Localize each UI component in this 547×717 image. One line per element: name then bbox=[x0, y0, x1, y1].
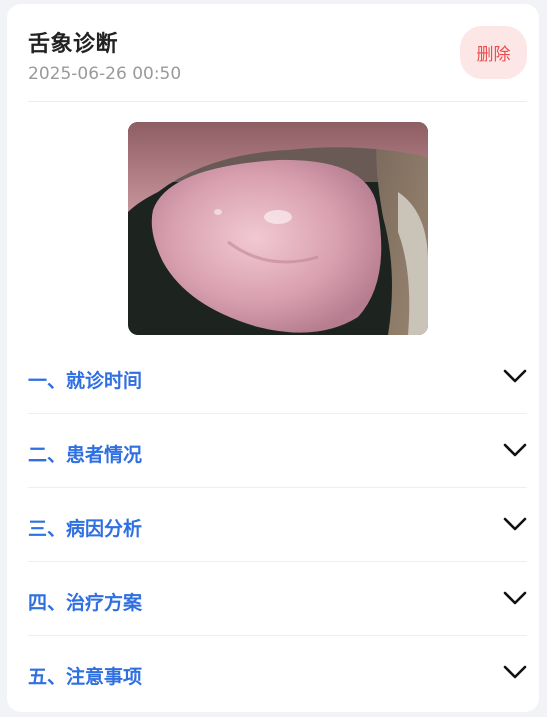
section-visit-time[interactable]: 一、就诊时间 bbox=[28, 340, 527, 414]
diagnosis-card: 舌象诊断 2025-06-26 00:50 删除 一、就诊时间 二、患者情况 三… bbox=[7, 4, 539, 712]
header-divider bbox=[28, 101, 527, 102]
section-precautions[interactable]: 五、注意事项 bbox=[28, 636, 527, 709]
section-treatment-plan[interactable]: 四、治疗方案 bbox=[28, 562, 527, 636]
chevron-down-icon bbox=[503, 369, 527, 383]
section-cause-analysis[interactable]: 三、病因分析 bbox=[28, 488, 527, 562]
tongue-image-icon bbox=[128, 122, 428, 335]
diagnosis-timestamp: 2025-06-26 00:50 bbox=[28, 64, 182, 84]
section-label: 三、病因分析 bbox=[28, 518, 143, 540]
delete-button[interactable]: 删除 bbox=[460, 26, 527, 79]
section-label: 四、治疗方案 bbox=[28, 592, 143, 614]
section-label: 二、患者情况 bbox=[28, 444, 143, 466]
section-label: 五、注意事项 bbox=[28, 666, 143, 688]
page-title: 舌象诊断 bbox=[28, 32, 119, 57]
section-patient-condition[interactable]: 二、患者情况 bbox=[28, 414, 527, 488]
chevron-down-icon bbox=[503, 665, 527, 679]
card-header: 舌象诊断 2025-06-26 00:50 删除 bbox=[28, 26, 527, 96]
diagnosis-sections: 一、就诊时间 二、患者情况 三、病因分析 四、治疗方案 五、注意事项 bbox=[28, 340, 527, 709]
tongue-photo bbox=[128, 122, 428, 335]
chevron-down-icon bbox=[503, 591, 527, 605]
section-label: 一、就诊时间 bbox=[28, 370, 143, 392]
chevron-down-icon bbox=[503, 443, 527, 457]
chevron-down-icon bbox=[503, 517, 527, 531]
